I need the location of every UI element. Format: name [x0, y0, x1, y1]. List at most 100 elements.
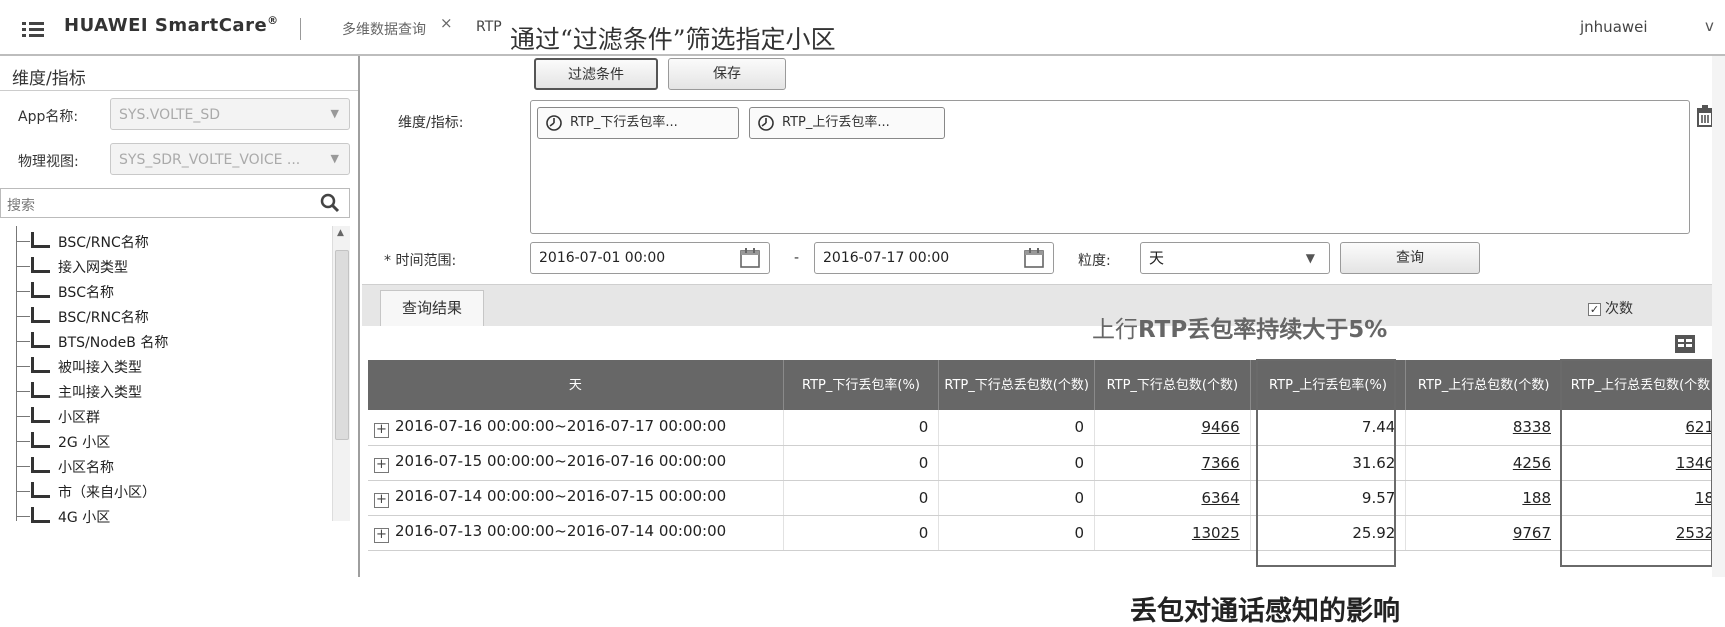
granularity-value: 天	[1149, 249, 1165, 267]
scroll-up-icon[interactable]: ▲	[337, 228, 344, 238]
checkbox-icon[interactable]: ✓	[1588, 303, 1601, 316]
calendar-icon[interactable]	[1023, 247, 1045, 269]
expand-icon[interactable]: +	[374, 458, 389, 473]
tree-item-label: 接入网类型	[58, 260, 128, 276]
drilldown-link[interactable]: 4256	[1513, 454, 1551, 472]
table-row[interactable]: +2016-07-15 00:00:00~2016-07-16 00:00:00…	[368, 445, 1725, 481]
tree-branch	[16, 241, 30, 242]
tab-rtp[interactable]: RTP	[476, 19, 502, 35]
filter-button[interactable]: 过滤条件	[534, 58, 658, 90]
search-icon[interactable]	[319, 192, 341, 214]
column-header[interactable]: RTP_上行总包数(个数)	[1405, 360, 1562, 410]
dimension-node-icon	[31, 320, 50, 323]
results-tabbar	[362, 284, 1725, 326]
cell-dl_lost: 0	[938, 480, 1095, 516]
tab-multidim-query[interactable]: 多维数据查询	[342, 19, 426, 39]
dimension-node-icon	[31, 245, 50, 248]
figure-caption: 丢包对通话感知的影响	[1130, 596, 1400, 627]
drilldown-link[interactable]: 6364	[1201, 489, 1239, 507]
column-header[interactable]: RTP_上行丢包率(%)	[1250, 360, 1407, 410]
drilldown-link[interactable]: 7366	[1201, 454, 1239, 472]
start-date-input[interactable]: 2016-07-01 00:00	[530, 242, 770, 274]
drilldown-link[interactable]: 9767	[1513, 524, 1551, 542]
query-button[interactable]: 查询	[1340, 242, 1480, 274]
column-header[interactable]: 天	[368, 360, 784, 410]
drilldown-link[interactable]: 8338	[1513, 418, 1551, 436]
granularity-select[interactable]: 天 ▼	[1140, 242, 1330, 274]
tree-item[interactable]: 2G 小区	[16, 428, 326, 456]
main-scrollbar[interactable]	[1712, 56, 1725, 577]
dimension-node-icon	[31, 520, 50, 523]
chip-label: RTP_上行丢包率...	[782, 115, 890, 130]
app-name-label: App名称:	[18, 109, 79, 125]
tree-item-label: 小区名称	[58, 460, 114, 476]
tree-item[interactable]: 市（来自小区）	[16, 478, 326, 506]
divider	[0, 90, 358, 91]
save-button[interactable]: 保存	[668, 58, 786, 90]
scroll-thumb[interactable]	[335, 250, 349, 440]
query-main: 过滤条件 保存 维度/指标: RTP_下行丢包率... RTP_上行丢包率...…	[362, 56, 1725, 577]
cell-dl_rate: 0	[783, 410, 940, 446]
day-value: 2016-07-16 00:00:00~2016-07-17 00:00:00	[395, 416, 727, 435]
cell-ul_total: 9767	[1405, 515, 1562, 551]
cell-dl_rate: 0	[783, 445, 940, 481]
search-input[interactable]: 搜索	[0, 188, 350, 218]
dimension-node-icon	[31, 470, 50, 473]
cell-dl_total: 6364	[1094, 480, 1251, 516]
physical-view-select[interactable]: SYS_SDR_VOLTE_VOICE ... ▼	[110, 143, 350, 175]
tree-item[interactable]: 接入网类型	[16, 253, 326, 281]
drilldown-link[interactable]: 2532	[1676, 524, 1714, 542]
tree-item[interactable]: BSC/RNC名称	[16, 303, 326, 331]
expand-icon[interactable]: +	[374, 528, 389, 543]
app-name-select[interactable]: SYS.VOLTE_SD ▼	[110, 98, 350, 130]
drilldown-link[interactable]: 188	[1522, 489, 1551, 507]
tree-item[interactable]: 小区群	[16, 403, 326, 431]
tree-item[interactable]: 主叫接入类型	[16, 378, 326, 406]
menu-icon[interactable]	[22, 22, 44, 38]
user-name[interactable]: jnhuawei	[1580, 18, 1648, 36]
app-name-value: SYS.VOLTE_SD	[119, 107, 221, 123]
tree-item-label: BSC/RNC名称	[58, 310, 149, 326]
brand-logo: HUAWEI SmartCare®	[64, 14, 279, 36]
physical-view-value: SYS_SDR_VOLTE_VOICE ...	[119, 152, 301, 168]
drilldown-link[interactable]: 621	[1685, 418, 1714, 436]
close-icon[interactable]: ×	[440, 14, 453, 32]
annotation-metric: RTP	[1138, 317, 1188, 343]
tree-item[interactable]: BSC名称	[16, 278, 326, 306]
calendar-icon[interactable]	[739, 247, 761, 269]
headline-annotation: 通过“过滤条件”筛选指定小区	[510, 25, 836, 54]
drilldown-link[interactable]: 9466	[1201, 418, 1239, 436]
tree-scrollbar[interactable]: ▲	[332, 226, 350, 521]
drilldown-link[interactable]: 1346	[1676, 454, 1714, 472]
table-row[interactable]: +2016-07-13 00:00:00~2016-07-14 00:00:00…	[368, 515, 1725, 551]
tree-branch	[16, 441, 30, 442]
column-header[interactable]: RTP_下行丢包率(%)	[783, 360, 940, 410]
end-date-input[interactable]: 2016-07-17 00:00	[814, 242, 1054, 274]
tree-branch	[16, 266, 30, 267]
start-date-value: 2016-07-01 00:00	[539, 250, 666, 266]
drilldown-link[interactable]: 13025	[1192, 524, 1240, 542]
chevron-down-icon[interactable]: v	[1705, 17, 1714, 35]
expand-icon[interactable]: +	[374, 422, 389, 438]
tree-branch	[16, 516, 30, 517]
metric-chip-ul-loss[interactable]: RTP_上行丢包率...	[749, 107, 945, 139]
tree-item[interactable]: BSC/RNC名称	[16, 228, 326, 256]
dimension-box[interactable]: RTP_下行丢包率... RTP_上行丢包率...	[530, 100, 1690, 234]
tab-query-results[interactable]: 查询结果	[380, 290, 484, 326]
range-dash: -	[794, 250, 800, 266]
end-date-value: 2016-07-17 00:00	[823, 250, 950, 266]
column-header[interactable]: RTP_下行总包数(个数)	[1094, 360, 1251, 410]
tree-item[interactable]: 4G 小区	[16, 503, 326, 531]
tree-item[interactable]: 被叫接入类型	[16, 353, 326, 381]
count-checkbox[interactable]: ✓ 次数	[1588, 298, 1633, 318]
column-header[interactable]: RTP_下行总丢包数(个数)	[938, 360, 1095, 410]
tree-item[interactable]: 小区名称	[16, 453, 326, 481]
time-range-label: * 时间范围:	[384, 253, 457, 269]
column-header[interactable]: RTP_上行总丢包数(个数)	[1561, 360, 1725, 410]
export-icon[interactable]	[1674, 334, 1696, 354]
metric-chip-dl-loss[interactable]: RTP_下行丢包率...	[537, 107, 739, 139]
expand-icon[interactable]: +	[374, 493, 389, 508]
tree-item[interactable]: BTS/NodeB 名称	[16, 328, 326, 356]
table-row[interactable]: +2016-07-14 00:00:00~2016-07-15 00:00:00…	[368, 480, 1725, 516]
table-row[interactable]: +2016-07-16 00:00:00~2016-07-17 00:00:00…	[368, 410, 1725, 446]
